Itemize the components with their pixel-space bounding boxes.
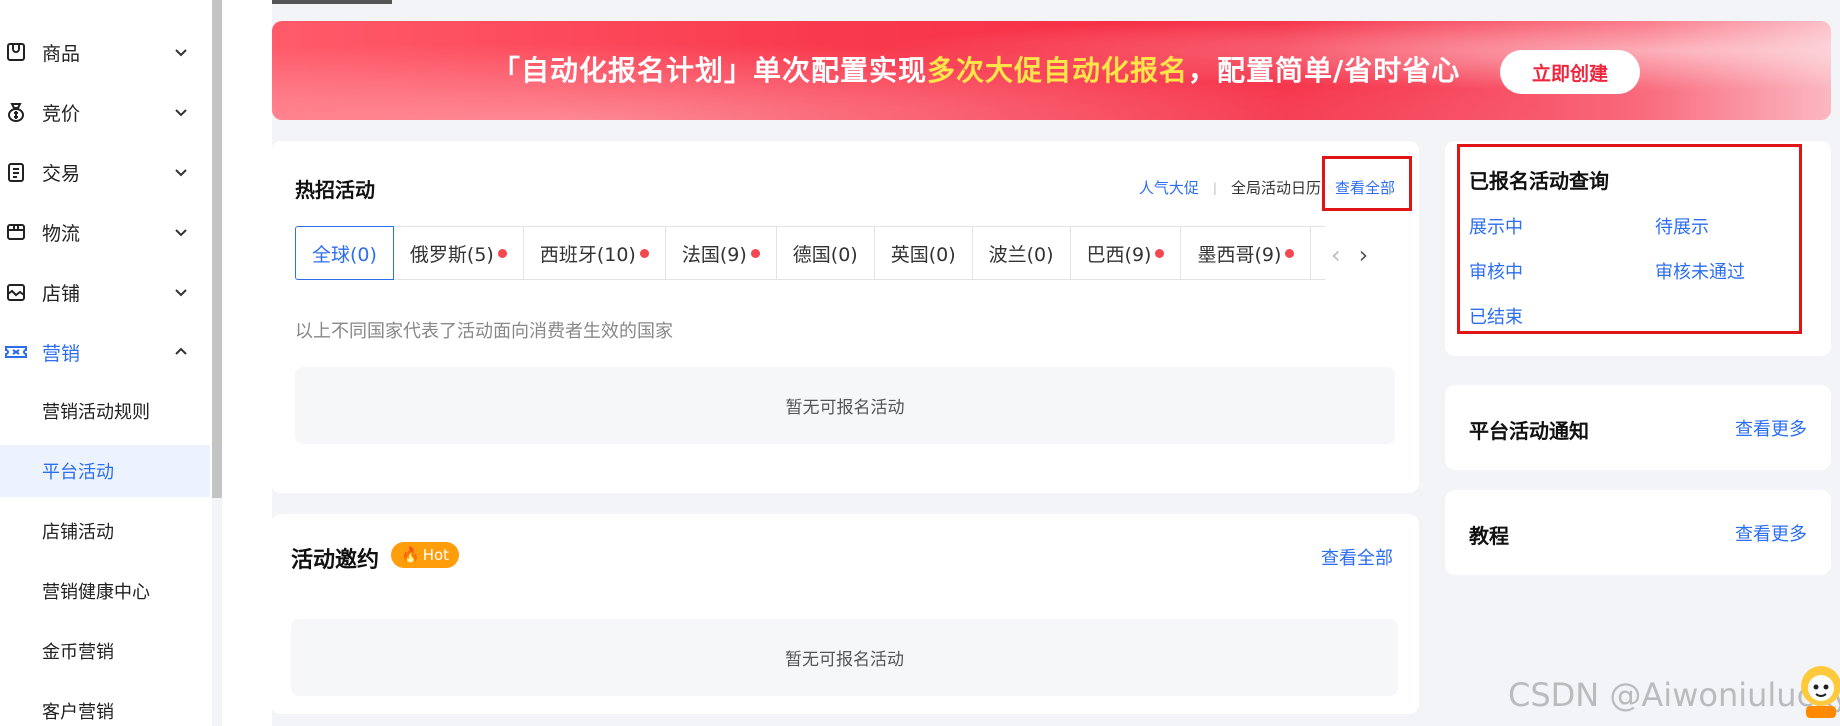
nav-item-trade[interactable]: 交易 [0, 144, 212, 200]
country-description: 以上不同国家代表了活动面向消费者生效的国家 [295, 321, 673, 342]
nav-item-products[interactable]: 商品 [0, 24, 212, 80]
notices-more-link[interactable]: 查看更多 [1735, 415, 1807, 441]
chevron-right-icon[interactable]: › [1359, 241, 1369, 269]
banner-text-b: ，配置简单/省时省心 [1188, 54, 1461, 87]
new-dot [639, 248, 649, 258]
empty-state: 暂无可报名活动 [291, 619, 1398, 696]
nav-label-trade: 交易 [42, 162, 81, 185]
nav-item-marketing[interactable]: 营销 [0, 324, 212, 380]
sub-item-marketing-health[interactable]: 营销健康中心 [0, 565, 210, 617]
tab-arrows: ‹ › [1331, 241, 1368, 269]
banner-text-highlight: 多次大促自动化报名 [927, 54, 1189, 87]
banner-text: 「自动化报名计划」单次配置实现多次大促自动化报名，配置简单/省时省心 [492, 49, 1460, 89]
annotation-box [1322, 156, 1412, 211]
chevron-down-icon [175, 289, 187, 297]
chevron-down-icon [175, 229, 187, 237]
hot-badge: 🔥 Hot [391, 542, 460, 568]
nav-label-bidding: 竞价 [42, 102, 81, 125]
platform-notices-card: 平台活动通知 查看更多 [1445, 385, 1831, 470]
bidding-icon [2, 98, 30, 126]
country-tab-label: 巴西(9) [1086, 243, 1152, 266]
country-tab-label: 俄罗斯(5) [409, 243, 494, 266]
new-dot [497, 248, 507, 258]
marketing-icon [2, 338, 30, 366]
status-link-showing[interactable]: 展示中 [1469, 213, 1523, 239]
logistics-icon [2, 218, 30, 246]
nav-item-store[interactable]: 店铺 [0, 264, 212, 320]
new-dot [1285, 248, 1295, 258]
page-title-fragment [272, 0, 392, 4]
hot-badge-label: Hot [422, 546, 450, 564]
country-tabs: 全球(0) 俄罗斯(5) 西班牙(10) 法国(9) 德国(0) 英国(0) 波… [295, 226, 1325, 280]
sidebar-gutter [222, 0, 272, 726]
chevron-up-icon [175, 347, 187, 355]
hot-activities-title: 热招活动 [295, 178, 375, 202]
country-tab-label: 全球(0) [312, 243, 377, 266]
country-tab-label: 英国(0) [890, 243, 956, 266]
country-tab[interactable]: 全球(0) [295, 226, 394, 280]
flame-icon: 🔥 [401, 546, 420, 564]
promo-banner[interactable]: 「自动化报名计划」单次配置实现多次大促自动化报名，配置简单/省时省心 立即创建 [272, 21, 1831, 120]
tutorial-card: 教程 查看更多 [1445, 490, 1831, 575]
nav-label-marketing: 营销 [42, 342, 81, 365]
invitations-card: 活动邀约 🔥 Hot 查看全部 暂无可报名活动 [271, 514, 1419, 714]
banner-text-a: 「自动化报名计划」单次配置实现 [492, 54, 928, 87]
watermark: CSDN @Aiwoniulucky [1508, 676, 1840, 714]
country-tab[interactable]: 德国(0) [776, 226, 875, 280]
registered-query-title: 已报名活动查询 [1469, 169, 1609, 193]
country-tab[interactable]: 巴西(9) [1070, 226, 1182, 280]
new-dot [750, 248, 760, 258]
country-tab[interactable]: 英国(0) [874, 226, 973, 280]
store-icon [2, 278, 30, 306]
create-now-button[interactable]: 立即创建 [1500, 50, 1640, 94]
link-separator: | [1212, 180, 1217, 195]
chevron-down-icon [175, 169, 187, 177]
tutorial-title: 教程 [1469, 524, 1509, 548]
chevron-down-icon [175, 109, 187, 117]
country-tab-label: 德国(0) [792, 243, 858, 266]
sidebar: 商品 竞价 交易 物流 店铺 营销 营销活动规则 平台活动 店铺活动 营销健康中… [0, 0, 212, 726]
product-icon [2, 38, 30, 66]
status-link-ended[interactable]: 已结束 [1469, 303, 1523, 329]
tutorial-more-link[interactable]: 查看更多 [1735, 520, 1807, 546]
nav-label-store: 店铺 [42, 282, 81, 305]
country-tab-label: 法国(9) [681, 243, 747, 266]
trade-icon [2, 158, 30, 186]
nav-item-logistics[interactable]: 物流 [0, 204, 212, 260]
country-tab[interactable]: 俄罗斯(5) [393, 226, 524, 280]
country-tab[interactable]: 美国 [1311, 226, 1325, 280]
chevron-left-icon[interactable]: ‹ [1331, 241, 1341, 269]
assistant-mascot-icon[interactable] [1796, 658, 1840, 718]
invitations-title: 活动邀约 [291, 548, 380, 573]
sub-item-customer-marketing[interactable]: 客户营销 [0, 685, 210, 726]
country-tab-label: 波兰(0) [988, 243, 1054, 266]
sub-item-marketing-rules[interactable]: 营销活动规则 [0, 385, 210, 437]
view-all-invitations-link[interactable]: 查看全部 [1321, 544, 1393, 570]
global-calendar-link[interactable]: 全局活动日历 [1231, 177, 1321, 198]
country-tab-label: 墨西哥(9) [1197, 243, 1282, 266]
nav-item-bidding[interactable]: 竞价 [0, 84, 212, 140]
country-tab[interactable]: 法国(9) [665, 226, 777, 280]
country-tab[interactable]: 墨西哥(9) [1181, 226, 1312, 280]
nav-label-logistics: 物流 [42, 222, 81, 245]
status-link-reviewing[interactable]: 审核中 [1469, 258, 1523, 284]
sub-item-store-activities[interactable]: 店铺活动 [0, 505, 210, 557]
country-tab[interactable]: 西班牙(10) [523, 226, 666, 280]
status-link-rejected[interactable]: 审核未通过 [1655, 258, 1745, 284]
country-tab[interactable]: 波兰(0) [972, 226, 1071, 280]
status-link-pending[interactable]: 待展示 [1655, 213, 1709, 239]
hot-activities-card: 热招活动 人气大促 | 全局活动日历 查看全部 全球(0) 俄罗斯(5) 西班牙… [271, 141, 1419, 493]
platform-notices-title: 平台活动通知 [1469, 419, 1589, 443]
sidebar-scrollbar[interactable] [212, 0, 222, 498]
chevron-down-icon [175, 49, 187, 57]
nav-label-products: 商品 [42, 42, 81, 65]
popular-promo-link[interactable]: 人气大促 [1139, 177, 1199, 198]
empty-state: 暂无可报名活动 [295, 367, 1395, 444]
sub-item-platform-activities[interactable]: 平台活动 [0, 445, 210, 497]
new-dot [1155, 248, 1165, 258]
sub-item-coin-marketing[interactable]: 金币营销 [0, 625, 210, 677]
registered-query-card: 已报名活动查询 展示中 待展示 审核中 审核未通过 已结束 [1445, 141, 1831, 356]
country-tab-label: 西班牙(10) [539, 243, 636, 266]
